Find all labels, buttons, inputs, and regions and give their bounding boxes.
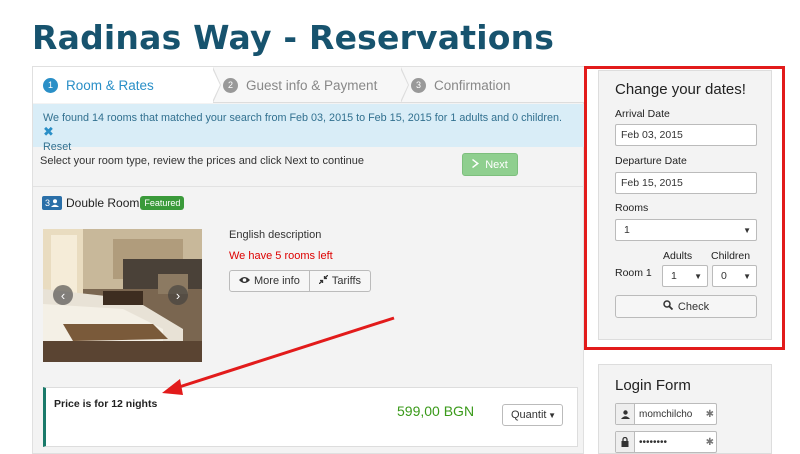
close-icon[interactable]: ✖ (43, 124, 54, 139)
room-name[interactable]: Double Room (66, 196, 139, 210)
search-results-alert: We found 14 rooms that matched your sear… (33, 104, 584, 153)
reset-link[interactable]: Reset (43, 141, 71, 153)
next-button-label: Next (485, 158, 508, 171)
username-field[interactable]: momchilcho ✱ (615, 403, 717, 425)
username-input[interactable]: momchilcho ✱ (635, 404, 716, 424)
login-title: Login Form (615, 377, 691, 394)
step-room-rates[interactable]: 1 Room & Rates (33, 67, 221, 103)
lock-icon (616, 432, 635, 452)
chevron-right-icon (472, 158, 480, 171)
room-count-badge: 3 (42, 196, 63, 210)
caret-down-icon: ▼ (548, 410, 556, 420)
password-field[interactable]: •••••••• ✱ (615, 431, 717, 453)
user-icon (51, 199, 60, 207)
room-description: English description (229, 229, 322, 241)
next-button[interactable]: Next (462, 153, 518, 176)
featured-badge: Featured (140, 196, 185, 210)
password-value: •••••••• (639, 436, 668, 448)
more-info-label: More info (254, 275, 300, 287)
more-info-button[interactable]: More info (229, 270, 310, 292)
divider (33, 186, 584, 187)
key-icon: ✱ (705, 408, 714, 420)
compress-icon (318, 274, 329, 287)
password-input[interactable]: •••••••• ✱ (635, 432, 716, 452)
step-guest-info[interactable]: 2 Guest info & Payment (213, 67, 409, 103)
price-note: Price is for 12 nights (54, 398, 158, 410)
user-icon (616, 404, 635, 424)
instructions-text: Select your room type, review the prices… (40, 155, 365, 167)
reservation-main-panel: 1 Room & Rates 2 Guest info & Payment 3 … (32, 66, 584, 454)
step-label: Confirmation (434, 77, 511, 93)
eye-icon (239, 275, 250, 287)
quantity-select-label: Quantit (511, 409, 547, 421)
tariffs-button[interactable]: Tariffs (309, 270, 371, 292)
room-count: 3 (45, 198, 51, 208)
username-value: momchilcho (639, 408, 693, 420)
tariffs-label: Tariffs (331, 275, 361, 287)
step-label: Room & Rates (66, 77, 154, 93)
page-title: Radinas Way - Reservations (32, 18, 555, 57)
steps-wizard: 1 Room & Rates 2 Guest info & Payment 3 … (33, 67, 584, 103)
photo-prev-arrow[interactable]: ‹ (53, 285, 73, 305)
step-number: 2 (223, 77, 238, 93)
room-header: 3 Double Room Featured (42, 196, 185, 210)
price-box: Price is for 12 nights 599,00 BGN Quanti… (43, 387, 578, 447)
room-photo[interactable]: ‹ › (43, 229, 202, 362)
photo-next-arrow[interactable]: › (168, 285, 188, 305)
rooms-left-text: We have 5 rooms left (229, 250, 333, 262)
room-actions: More info Tariffs (229, 270, 371, 292)
step-number: 3 (411, 77, 426, 93)
quantity-select[interactable]: Quantit ▼ (502, 404, 563, 426)
step-chevron (212, 67, 221, 103)
alert-text: We found 14 rooms that matched your sear… (43, 112, 562, 124)
step-label: Guest info & Payment (246, 77, 378, 93)
login-panel: Login Form momchilcho ✱ •••••••• ✱ (598, 364, 772, 454)
step-number: 1 (43, 77, 58, 93)
step-chevron (400, 67, 409, 103)
step-confirmation[interactable]: 3 Confirmation (401, 67, 584, 103)
highlight-frame (584, 66, 785, 350)
key-icon: ✱ (705, 436, 714, 448)
room-price: 599,00 BGN (397, 403, 475, 419)
